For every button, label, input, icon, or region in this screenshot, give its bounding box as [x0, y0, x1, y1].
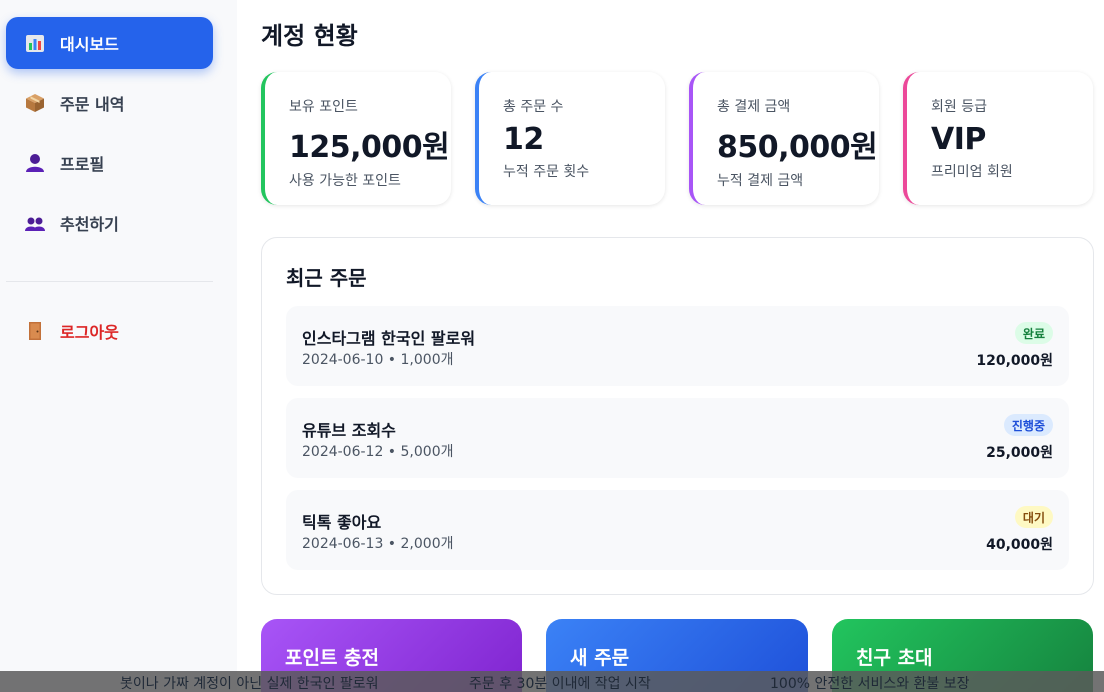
stat-label: 총 결제 금액 — [717, 99, 791, 115]
sidebar-item-label: 프로필 — [60, 155, 105, 174]
stat-card-points: 보유 포인트 125,000원 사용 가능한 포인트 — [261, 72, 451, 205]
sidebar-item-dashboard[interactable]: 대시보드 — [6, 17, 213, 69]
sidebar-item-referral[interactable]: 추천하기 — [6, 197, 213, 249]
status-badge: 진행중 — [1003, 414, 1053, 436]
stat-card-payments: 총 결제 금액 850,000원 누적 결제 금액 — [689, 72, 879, 205]
order-name: 인스타그램 한국인 팔로워 — [302, 329, 476, 348]
sidebar-item-profile[interactable]: 프로필 — [6, 137, 213, 189]
sidebar-divider — [6, 281, 213, 282]
stat-label: 회원 등급 — [931, 99, 987, 115]
order-meta: 2024-06-10 • 1,000개 — [302, 352, 454, 368]
stat-value: 125,000원 — [289, 130, 450, 165]
stat-value: 12 — [503, 122, 544, 157]
stat-subtext: 누적 주문 횟수 — [503, 164, 590, 180]
stat-subtext: 누적 결제 금액 — [717, 173, 804, 189]
stat-card-orders: 총 주문 수 12 누적 주문 횟수 — [475, 72, 665, 205]
status-badge: 대기 — [1014, 506, 1053, 528]
order-row[interactable]: 유튜브 조회수 2024-06-12 • 5,000개 진행중 25,000원 — [286, 398, 1069, 478]
sidebar: 대시보드 주문 내역 프로필 추천하기 로그아웃 — [0, 0, 237, 692]
order-name: 유튜브 조회수 — [302, 421, 396, 440]
order-price: 120,000원 — [976, 353, 1053, 369]
status-badge: 완료 — [1014, 322, 1053, 344]
order-meta: 2024-06-12 • 5,000개 — [302, 444, 454, 460]
info-text: 봇이나 가짜 계정이 아닌 실제 한국인 팔로워 — [120, 676, 379, 692]
stat-value: 850,000원 — [717, 130, 878, 165]
order-name: 틱톡 좋아요 — [302, 513, 382, 532]
logout-label: 로그아웃 — [60, 323, 119, 342]
stat-label: 총 주문 수 — [503, 99, 564, 115]
bottom-info-bar: 봇이나 가짜 계정이 아닌 실제 한국인 팔로워 주문 후 30분 이내에 작업… — [0, 671, 1104, 692]
recent-orders-title: 최근 주문 — [286, 266, 367, 290]
package-icon — [24, 92, 46, 114]
bar-chart-icon — [24, 32, 46, 54]
action-title: 새 주문 — [570, 647, 630, 669]
users-icon — [24, 212, 46, 234]
sidebar-item-orders[interactable]: 주문 내역 — [6, 77, 213, 129]
order-price: 40,000원 — [986, 537, 1053, 553]
stat-subtext: 프리미엄 회원 — [931, 164, 1013, 180]
stat-card-tier: 회원 등급 VIP 프리미엄 회원 — [903, 72, 1093, 205]
stat-value: VIP — [931, 122, 986, 157]
sidebar-item-label: 추천하기 — [60, 215, 119, 234]
action-title: 친구 초대 — [856, 647, 933, 669]
page-title: 계정 현황 — [261, 22, 358, 50]
sidebar-item-label: 주문 내역 — [60, 95, 125, 114]
info-text: 100% 안전한 서비스와 환불 보장 — [770, 676, 970, 692]
door-icon — [24, 320, 46, 342]
info-text: 주문 후 30분 이내에 작업 시작 — [469, 676, 651, 692]
action-title: 포인트 충전 — [285, 647, 380, 669]
logout-button[interactable]: 로그아웃 — [6, 305, 213, 357]
user-icon — [24, 152, 46, 174]
recent-orders-panel: 최근 주문 인스타그램 한국인 팔로워 2024-06-10 • 1,000개 … — [261, 237, 1094, 595]
stat-label: 보유 포인트 — [289, 99, 358, 115]
order-row[interactable]: 틱톡 좋아요 2024-06-13 • 2,000개 대기 40,000원 — [286, 490, 1069, 570]
stat-subtext: 사용 가능한 포인트 — [289, 173, 401, 189]
order-meta: 2024-06-13 • 2,000개 — [302, 536, 454, 552]
order-price: 25,000원 — [986, 445, 1053, 461]
order-row[interactable]: 인스타그램 한국인 팔로워 2024-06-10 • 1,000개 완료 120… — [286, 306, 1069, 386]
sidebar-item-label: 대시보드 — [60, 35, 119, 54]
